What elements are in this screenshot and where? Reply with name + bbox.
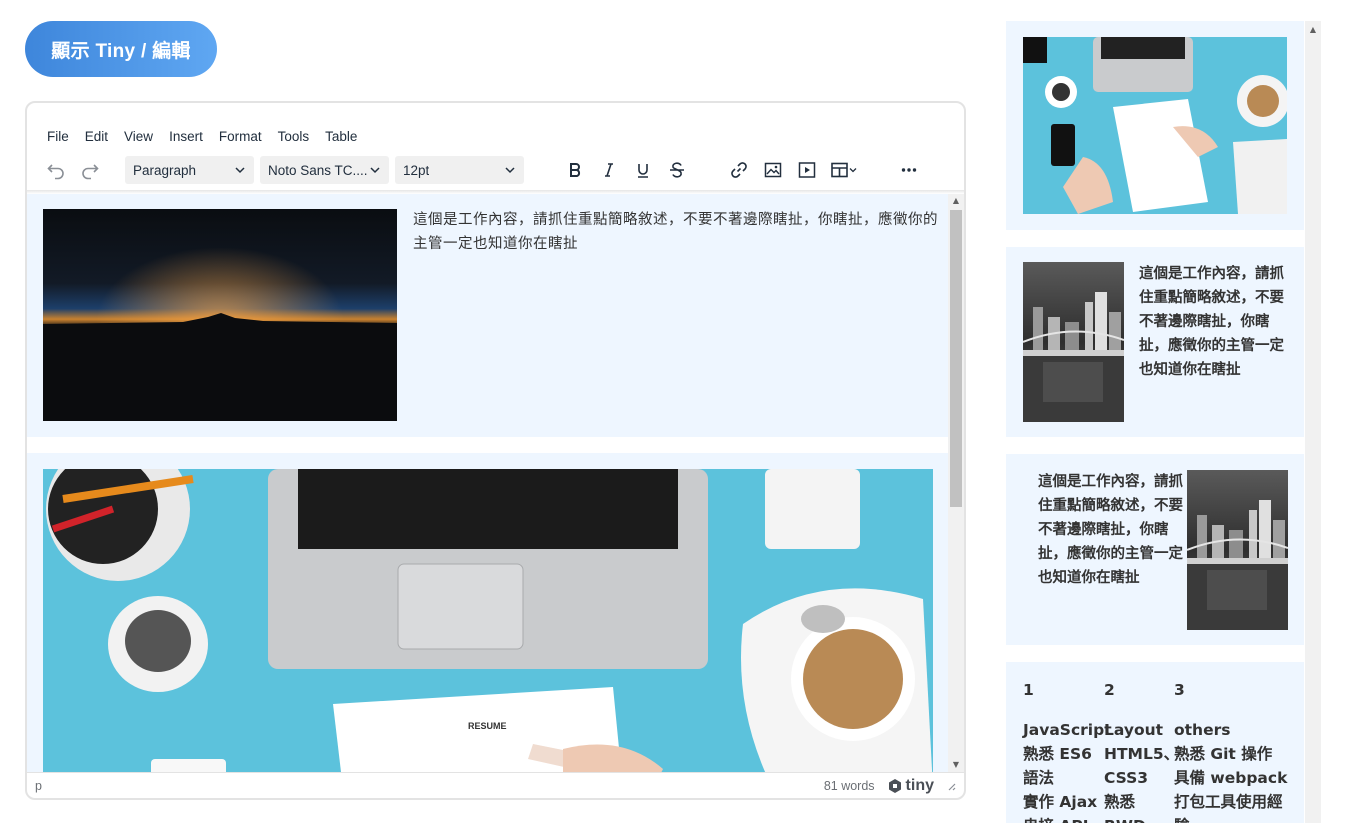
preview-card-skills: 1 2 3 JavaScript Layout others 熟悉 ES6 HT… [1006,662,1304,823]
card2-paragraph: 這個是工作內容，請抓住重點簡略敘述，不要不著邊際瞎扯，你瞎扯，應徵你的主管一定也… [1139,266,1284,378]
skills-cell: 熟悉 [1104,793,1136,811]
skills-cell: 實作 Ajax [1023,793,1098,811]
menu-table[interactable]: Table [317,125,365,149]
editor-toolbar: Paragraph Noto Sans TC.... 12pt [27,152,964,188]
skills-header-2: 2 [1104,681,1115,699]
insert-image-button[interactable] [756,153,790,187]
skills-cell: CSS3 [1104,769,1149,787]
media-icon [798,162,816,178]
skills-cell: RWD [1104,814,1174,823]
italic-icon [605,163,613,177]
skills-cell: HTML5、 [1104,745,1180,763]
more-button[interactable] [892,153,926,187]
skills-cell: 打包工具使用經 [1174,793,1283,811]
city-bridge-image [1023,262,1124,422]
bold-icon [570,163,581,177]
element-path[interactable]: p [35,779,42,793]
skills-column-title: Layout [1104,721,1164,739]
tiny-brand-text: tiny [905,776,934,794]
strikethrough-button[interactable] [660,153,694,187]
menu-file[interactable]: File [39,125,77,149]
editor-scrollbar[interactable]: ▲ ▼ [948,194,964,772]
preview-card-text-left: 這個是工作內容，請抓住重點簡略敘述，不要不著邊際瞎扯，你瞎扯，應徵你的主管一定也… [1006,454,1304,645]
link-button[interactable] [722,153,756,187]
editor-content[interactable]: 這個是工作內容，請抓住重點簡略敘述，不要不著邊際瞎扯，你瞎扯，應徵你的主管一定也… [27,194,964,772]
block1-paragraph: 這個是工作內容，請抓住重點簡略敘述，不要不著邊際瞎扯，你瞎扯，應徵你的主管一定也… [413,212,938,252]
toggle-tiny-edit-button[interactable]: 顯示 Tiny / 編輯 [25,21,217,77]
skills-cell: 熟悉 Git 操作 [1174,745,1273,763]
resize-handle-icon[interactable] [946,781,956,791]
redo-icon [82,164,99,180]
image-icon [764,162,782,178]
italic-button[interactable] [592,153,626,187]
content-block-2: RESUME [27,453,950,772]
font-family-select[interactable]: Noto Sans TC.... [260,156,389,184]
skills-cell: 串接 API [1023,814,1104,823]
chevron-down-icon [370,167,380,174]
font-size-select[interactable]: 12pt [395,156,524,184]
menu-edit[interactable]: Edit [77,125,116,149]
bold-button[interactable] [558,153,592,187]
content-block-1: 這個是工作內容，請抓住重點簡略敘述，不要不著邊際瞎扯，你瞎扯，應徵你的主管一定也… [27,194,950,437]
table-button[interactable] [824,153,864,187]
scroll-up-arrow-icon[interactable]: ▲ [948,194,964,208]
skills-header-3: 3 [1174,681,1185,699]
tiny-logo[interactable]: tiny [887,777,934,795]
menu-insert[interactable]: Insert [161,125,211,149]
strikethrough-icon [670,162,684,178]
skills-cell: 驗 [1174,814,1294,823]
skills-cell: 具備 webpack [1174,769,1288,787]
card3-paragraph: 這個是工作內容，請抓住重點簡略敘述，不要不著邊際瞎扯，你瞎扯，應徵你的主管一定也… [1038,474,1183,586]
preview-scrollbar[interactable]: ▲ [1305,21,1321,823]
editor-scroll-thumb[interactable] [950,210,962,507]
rich-text-editor: File Edit View Insert Format Tools Table… [25,101,966,800]
menu-format[interactable]: Format [211,125,270,149]
underline-icon [638,164,648,178]
skills-cell: 熟悉 ES6 [1023,745,1092,763]
scroll-down-arrow-icon[interactable]: ▼ [948,758,964,772]
desk-workspace-image: RESUME [43,469,933,772]
city-bridge-image [1187,470,1288,630]
underline-button[interactable] [626,153,660,187]
skills-header-1: 1 [1023,681,1034,699]
word-count[interactable]: 81 words [824,779,875,793]
editor-statusbar: p 81 words tiny [27,772,964,798]
preview-card-image [1006,21,1304,230]
redo-button[interactable] [73,153,107,187]
chevron-down-icon [505,167,515,174]
block-format-select[interactable]: Paragraph [125,156,254,184]
svg-text:RESUME: RESUME [468,721,507,731]
tiny-logo-icon [888,778,901,793]
table-icon [831,162,857,178]
block-format-value: Paragraph [133,162,197,178]
menu-tools[interactable]: Tools [270,125,318,149]
font-family-value: Noto Sans TC.... [268,162,368,178]
preview-panel: 這個是工作內容，請抓住重點簡略敘述，不要不著邊際瞎扯，你瞎扯，應徵你的主管一定也… [1006,21,1321,823]
undo-button[interactable] [39,153,73,187]
font-size-value: 12pt [403,162,430,178]
insert-media-button[interactable] [790,153,824,187]
skills-cell: 語法 [1023,769,1055,787]
scroll-up-arrow-icon[interactable]: ▲ [1305,21,1321,39]
editor-menubar: File Edit View Insert Format Tools Table [27,103,964,149]
menu-view[interactable]: View [116,125,161,149]
desk-workspace-thumbnail [1023,37,1287,214]
link-icon [731,162,747,178]
skills-column-title: JavaScript [1023,721,1112,739]
night-horizon-image [43,209,397,421]
preview-card-text-right: 這個是工作內容，請抓住重點簡略敘述，不要不著邊際瞎扯，你瞎扯，應徵你的主管一定也… [1006,247,1304,437]
skills-column-title: others [1174,721,1231,739]
skills-table: 1 2 3 JavaScript Layout others 熟悉 ES6 HT… [1023,678,1293,823]
undo-icon [47,164,64,180]
chevron-down-icon [235,167,245,174]
more-icon [901,168,917,172]
